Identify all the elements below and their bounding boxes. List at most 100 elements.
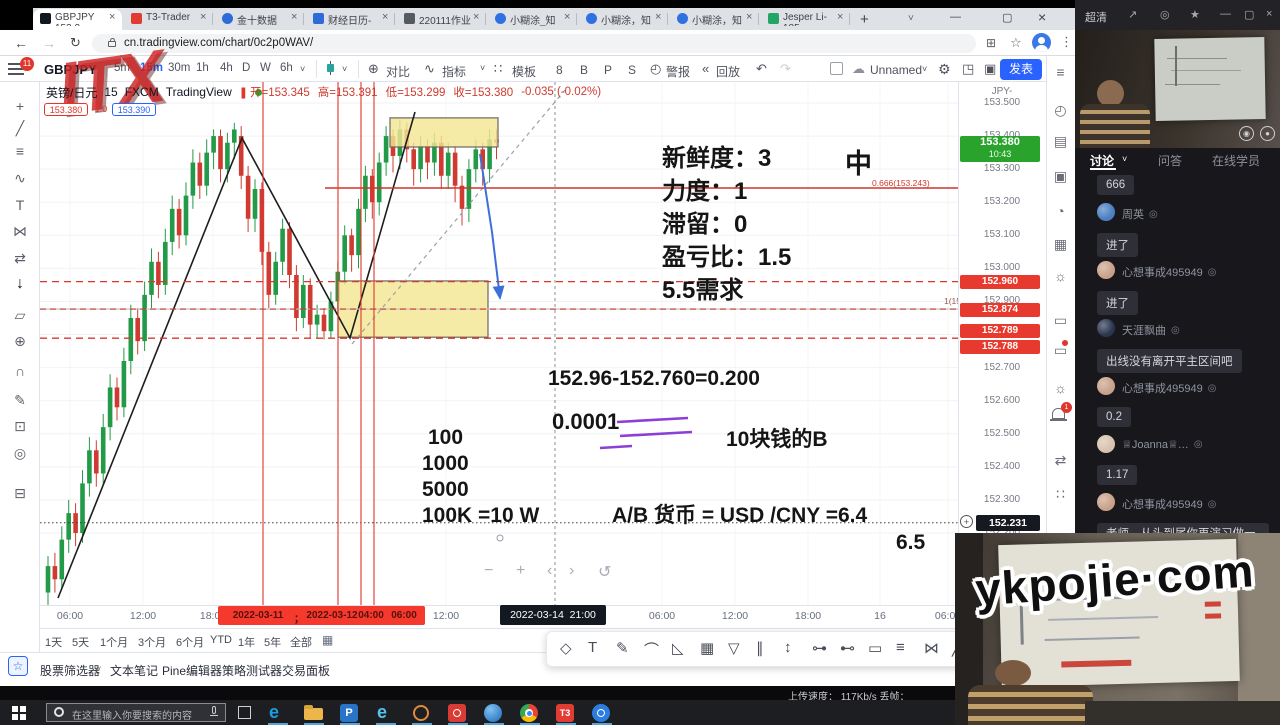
- alert-button[interactable]: 警报: [666, 63, 690, 80]
- taskbar-app-edge[interactable]: e: [266, 702, 290, 723]
- screener-chevron-icon[interactable]: ˅: [96, 664, 101, 674]
- triangle-tool-icon[interactable]: ◺: [672, 639, 684, 657]
- chat-icon[interactable]: ▭: [1046, 312, 1075, 329]
- draw-lock-icon[interactable]: ✎: [0, 392, 40, 409]
- favorites-star-button[interactable]: ☆: [8, 656, 28, 676]
- range-tab-1个月[interactable]: 1个月: [100, 634, 128, 650]
- indicators-button[interactable]: 指标: [442, 63, 466, 80]
- vertical-line-icon[interactable]: ↕: [784, 639, 792, 656]
- indicators-icon[interactable]: ∿: [424, 61, 435, 77]
- footer-tab-策略测试器[interactable]: 策略测试器: [222, 662, 282, 679]
- stream-share-icon[interactable]: ↗: [1128, 8, 1137, 21]
- watchlist-icon[interactable]: ≡: [1046, 64, 1075, 80]
- quick-button-P[interactable]: P: [604, 63, 612, 77]
- chart-zoom-control[interactable]: ‹: [547, 562, 552, 580]
- window-minimize-icon[interactable]: —: [950, 11, 961, 23]
- taskbar-app-internet-explorer[interactable]: e: [374, 702, 398, 723]
- fib-lines-icon[interactable]: ≡: [896, 639, 905, 656]
- xabcd-icon[interactable]: ⋈: [0, 223, 40, 240]
- hide-all-icon[interactable]: ◎: [0, 445, 40, 462]
- range-tab-1年[interactable]: 1年: [238, 634, 255, 650]
- forecast-icon[interactable]: ⇄: [0, 250, 40, 267]
- text-tool-icon[interactable]: T: [0, 197, 40, 213]
- cursor-tool-icon[interactable]: ◇: [560, 639, 572, 657]
- xabcd-tool-icon[interactable]: ⋈: [924, 639, 939, 657]
- templates-icon[interactable]: ∷: [494, 61, 502, 77]
- range-tab-5年[interactable]: 5年: [264, 634, 281, 650]
- more-widgets-icon[interactable]: ∷: [1046, 486, 1075, 503]
- footer-tab-交易面板[interactable]: 交易面板: [282, 662, 330, 679]
- taskbar-search-input[interactable]: 在这里输入你要搜索的内容: [72, 707, 202, 722]
- templates-button[interactable]: 模板: [512, 63, 536, 80]
- ray-right-icon[interactable]: ⊷: [840, 639, 855, 657]
- range-tab-YTD[interactable]: YTD: [210, 634, 232, 646]
- arrow-down-tool-icon[interactable]: ↓: [0, 275, 40, 293]
- taskbar-app-t3-trader[interactable]: T3: [554, 702, 578, 723]
- layout-name[interactable]: Unnamed: [870, 63, 922, 77]
- publish-button[interactable]: 发表: [1000, 59, 1042, 80]
- timeframe-4h[interactable]: 4h: [220, 62, 233, 74]
- legend-flag-icon[interactable]: ❚: [239, 86, 248, 99]
- layout-chevron-icon[interactable]: ˅: [922, 64, 927, 74]
- task-view-icon[interactable]: [238, 706, 251, 719]
- timeframe-chevron-icon[interactable]: ˅: [300, 64, 305, 74]
- taskbar-app-p-app[interactable]: P: [338, 702, 362, 723]
- headlines-icon[interactable]: ▤: [1046, 133, 1075, 150]
- stream-maximize-icon[interactable]: ▢: [1244, 8, 1254, 21]
- taskbar-app-blue-sphere[interactable]: [482, 702, 506, 723]
- discussion-chevron-icon[interactable]: ˅: [1122, 154, 1127, 164]
- chart-zoom-control[interactable]: ↺: [598, 562, 611, 582]
- start-button[interactable]: [12, 706, 26, 720]
- lock-all-icon[interactable]: ⊡: [0, 418, 40, 435]
- stream-close-icon[interactable]: ×: [1266, 8, 1272, 20]
- tab-close-icon[interactable]: ×: [109, 11, 115, 23]
- tab-close-icon[interactable]: ×: [291, 11, 297, 23]
- curve-tool-icon[interactable]: ⌒: [644, 639, 659, 660]
- taskbar-app-quote-app[interactable]: [410, 702, 434, 723]
- alerts-icon[interactable]: ◴: [1046, 102, 1075, 119]
- stream-tab-问答[interactable]: 问答: [1158, 152, 1182, 169]
- tab-close-icon[interactable]: ×: [382, 11, 388, 23]
- ideas-icon[interactable]: ☼: [1046, 268, 1075, 284]
- chart-zoom-control[interactable]: ›: [569, 562, 574, 580]
- tab-close-icon[interactable]: ×: [655, 11, 661, 23]
- calendar-icon[interactable]: ▦: [1046, 236, 1075, 253]
- browser-avatar[interactable]: [1032, 33, 1051, 52]
- kebab-menu-icon[interactable]: ⋮: [1060, 34, 1073, 50]
- trendline-icon[interactable]: ╱: [0, 120, 40, 137]
- private-chat-icon[interactable]: ▭: [1046, 342, 1075, 359]
- stream-quality-label[interactable]: 超清: [1085, 9, 1107, 25]
- compare-icon[interactable]: ⊕: [368, 61, 379, 77]
- quick-button-B[interactable]: B: [580, 63, 588, 77]
- range-tab-3个月[interactable]: 3个月: [138, 634, 166, 650]
- alert-clock-icon[interactable]: ◴: [650, 61, 661, 77]
- redo-icon[interactable]: ↷: [780, 61, 791, 77]
- tab-search-chevron-icon[interactable]: ˅: [908, 13, 914, 24]
- timeframe-D[interactable]: D: [242, 62, 250, 74]
- hotlist-icon[interactable]: ◔: [1046, 203, 1075, 219]
- fullscreen-icon[interactable]: ◳: [962, 61, 974, 77]
- magnet-icon[interactable]: ∩: [0, 363, 40, 379]
- timeframe-W[interactable]: W: [260, 62, 271, 74]
- bookmark-star-icon[interactable]: ☆: [1010, 35, 1022, 51]
- video-mic-icon[interactable]: ●: [1260, 126, 1275, 141]
- timeframe-6h[interactable]: 6h: [280, 62, 293, 74]
- comment-tool-icon[interactable]: ▭: [868, 639, 882, 657]
- wave-icon[interactable]: ∿: [0, 170, 40, 187]
- taskbar-app-chrome[interactable]: [518, 702, 542, 723]
- zoom-in-icon[interactable]: ⊕: [0, 333, 40, 350]
- parallel-channel-icon[interactable]: ∥: [756, 639, 764, 657]
- taskbar-app-red-app[interactable]: [446, 702, 470, 723]
- go-to-date-icon[interactable]: ▦: [322, 633, 333, 647]
- tab-close-icon[interactable]: ×: [837, 11, 843, 23]
- replay-button[interactable]: 回放: [716, 63, 740, 80]
- crosshair-icon[interactable]: +: [0, 98, 40, 114]
- timeframe-1h[interactable]: 1h: [196, 62, 209, 74]
- new-tab-button[interactable]: +: [860, 11, 869, 28]
- candle-chevron-icon[interactable]: ˅: [342, 64, 347, 74]
- stream-minimize-icon[interactable]: —: [1220, 8, 1231, 20]
- screener-icon[interactable]: ⇄: [1046, 452, 1075, 469]
- footer-tab-文本笔记[interactable]: 文本笔记: [110, 662, 158, 679]
- text-tool-icon[interactable]: T: [588, 639, 597, 656]
- streams-icon[interactable]: ☼: [1046, 380, 1075, 396]
